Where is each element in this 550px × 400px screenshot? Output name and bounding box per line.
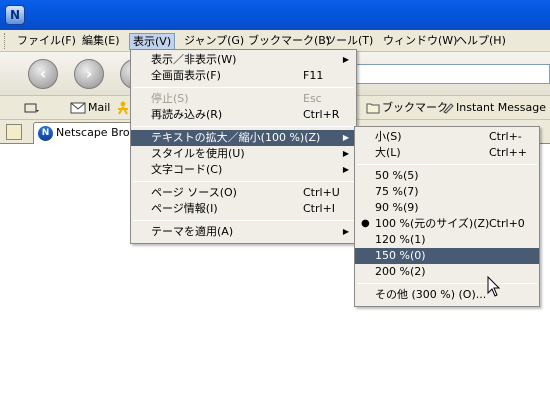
zoom-item-200[interactable]: 200 %(2) bbox=[355, 264, 539, 280]
menu-separator bbox=[357, 283, 537, 284]
zoom-item-90[interactable]: 90 %(9) bbox=[355, 200, 539, 216]
submenu-arrow-icon: ▶ bbox=[342, 227, 349, 236]
zoom-item-smaller[interactable]: 小(S) Ctrl+- bbox=[355, 129, 539, 145]
menu-file[interactable]: ファイル(F) bbox=[14, 33, 79, 50]
menu-bookmarks[interactable]: ブックマーク(B) bbox=[245, 33, 333, 50]
view-menu-item-stop: 停止(S) Esc bbox=[151, 92, 322, 105]
radio-bullet-icon: ● bbox=[361, 218, 370, 229]
view-menu: 表示／非表示(W) ▶ 全画面表示(F) F11 停止(S) Esc 再読み込み(R)… bbox=[130, 49, 357, 244]
instant-message-link[interactable]: Instant Message bbox=[442, 100, 546, 116]
menu-separator bbox=[357, 164, 537, 165]
mouse-pointer-icon bbox=[487, 276, 501, 297]
folder-icon bbox=[366, 103, 380, 114]
menu-separator bbox=[133, 220, 354, 221]
view-menu-item-text-zoom[interactable]: テキストの拡大／縮小(100 %)(Z) ▶ bbox=[131, 130, 356, 146]
view-menu-item-page-source[interactable]: ページ ソース(O) Ctrl+U bbox=[131, 185, 356, 201]
tab-netscape[interactable]: N Netscape Brow bbox=[33, 122, 137, 144]
mail-link[interactable]: Mail bbox=[70, 100, 110, 116]
menu-edit[interactable]: 編集(E) bbox=[79, 33, 123, 50]
menu-go[interactable]: ジャンプ(G) bbox=[181, 33, 247, 50]
forward-icon[interactable]: › bbox=[74, 59, 104, 89]
zoom-item-larger[interactable]: 大(L) Ctrl++ bbox=[355, 145, 539, 161]
menu-separator bbox=[133, 126, 354, 127]
menu-view[interactable]: 表示(V) bbox=[129, 33, 176, 50]
zoom-item-75[interactable]: 75 %(7) bbox=[355, 184, 539, 200]
url-field[interactable] bbox=[350, 64, 550, 84]
tab-label: Netscape Brow bbox=[56, 126, 137, 139]
view-menu-item-apply-theme[interactable]: テーマを適用(A) ▶ bbox=[131, 224, 356, 240]
zoom-item-150[interactable]: 150 %(0) bbox=[355, 248, 539, 264]
zoom-item-50[interactable]: 50 %(5) bbox=[355, 168, 539, 184]
zoom-item-120[interactable]: 120 %(1) bbox=[355, 232, 539, 248]
menu-help[interactable]: ヘルプ(H) bbox=[453, 33, 509, 50]
zoom-item-100[interactable]: ● 100 %(元のサイズ)(Z) Ctrl+0 bbox=[355, 216, 539, 232]
home-tab-icon[interactable] bbox=[24, 100, 42, 116]
menubar-grip[interactable] bbox=[4, 33, 7, 49]
netscape-app-icon[interactable] bbox=[5, 5, 25, 25]
menu-tools[interactable]: ツール(T) bbox=[322, 33, 376, 50]
instant-message-label: Instant Message bbox=[456, 101, 546, 114]
menu-separator bbox=[133, 87, 354, 88]
netscape-tab-icon: N bbox=[38, 126, 53, 141]
back-icon[interactable]: ‹ bbox=[28, 59, 58, 89]
new-tab-icon[interactable] bbox=[6, 124, 22, 140]
view-menu-item-toolbars[interactable]: 表示／非表示(W) ▶ bbox=[131, 52, 356, 68]
text-zoom-submenu: 小(S) Ctrl+- 大(L) Ctrl++ 50 %(5) 75 %(7) 90… bbox=[354, 126, 540, 307]
zoom-item-other[interactable]: その他 (300 %) (O)... bbox=[355, 287, 539, 303]
mail-label: Mail bbox=[88, 101, 111, 114]
bookmarks-label: ブックマーク bbox=[382, 101, 448, 114]
submenu-arrow-icon: ▶ bbox=[342, 149, 349, 158]
submenu-arrow-icon: ▶ bbox=[342, 165, 349, 174]
mail-icon bbox=[70, 102, 86, 114]
submenu-arrow-icon: ▶ bbox=[342, 133, 349, 142]
view-menu-item-fullscreen[interactable]: 全画面表示(F) F11 bbox=[131, 68, 356, 84]
pen-icon bbox=[443, 103, 454, 114]
submenu-arrow-icon: ▶ bbox=[342, 55, 349, 64]
bookmarks-link[interactable]: ブックマーク bbox=[366, 100, 448, 116]
title-bar bbox=[0, 0, 550, 30]
view-menu-item-reload[interactable]: 再読み込み(R) Ctrl+R bbox=[131, 107, 356, 123]
view-menu-item-use-style[interactable]: スタイルを使用(U) ▶ bbox=[131, 146, 356, 162]
view-menu-item-page-info[interactable]: ページ情報(I) Ctrl+I bbox=[131, 201, 356, 217]
view-menu-item-character-encoding[interactable]: 文字コード(C) ▶ bbox=[131, 162, 356, 178]
menu-separator bbox=[133, 181, 354, 182]
menu-window[interactable]: ウィンドウ(W) bbox=[380, 33, 460, 50]
